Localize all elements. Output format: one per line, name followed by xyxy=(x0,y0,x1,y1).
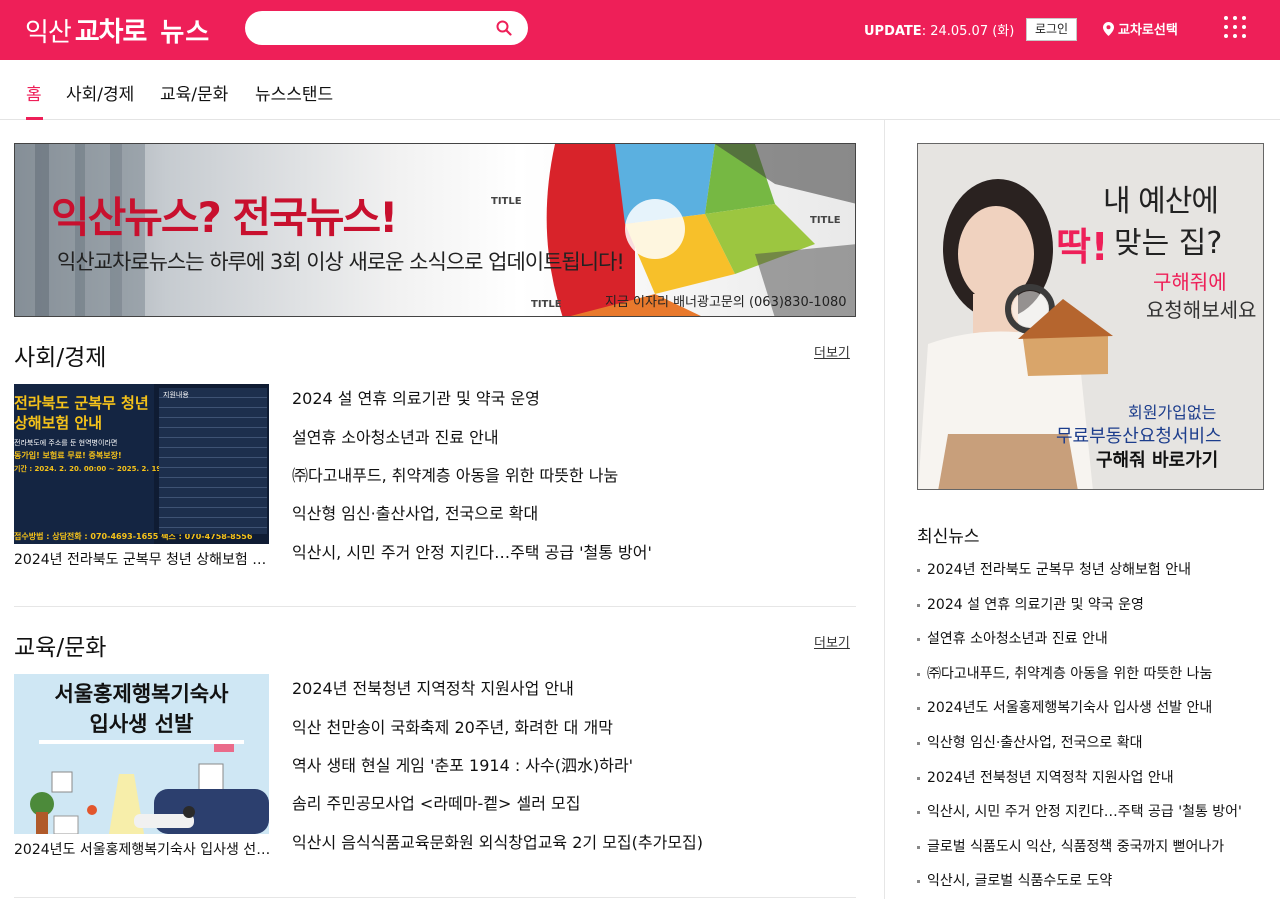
search-box xyxy=(245,11,528,45)
article-link[interactable]: 익산시, 시민 주거 안정 지킨다…주택 공급 '철통 방어' xyxy=(292,539,652,563)
top-header: 익산 교차로 뉴스 UPDATE: 24.05.07 (화) 로그인 교차로선택 xyxy=(0,0,1280,60)
thumbnail-caption-culture[interactable]: 2024년도 서울홍제행복기숙사 입사생 선발 안내 xyxy=(14,839,272,859)
update-label: UPDATE xyxy=(864,24,922,39)
thumb-text-l3: 전라북도에 주소를 둔 현역병이라면 xyxy=(14,439,118,447)
latest-news-item[interactable]: 2024년 전북청년 지역정착 지원사업 안내 xyxy=(917,768,1267,803)
thumb-title-l1: 서울홍제행복기숙사 xyxy=(54,682,229,706)
ad-line-6: 회원가입없는 xyxy=(1128,403,1217,422)
update-value: : 24.05.07 (화) xyxy=(921,24,1015,39)
article-link[interactable]: 솜리 주민공모사업 <라떼마-켙> 셀러 모집 xyxy=(292,790,580,814)
logo-text-brand: 교차로 xyxy=(74,17,148,48)
logo-text-city: 익산 xyxy=(25,18,72,48)
search-icon[interactable] xyxy=(496,20,512,36)
banner-tag-2: TITLE xyxy=(810,215,841,226)
nav-active-indicator xyxy=(26,117,43,120)
top-banner-ad[interactable]: TITLE TITLE TITLE 익산뉴스? 전국뉴스! 익산교차로뉴스는 하… xyxy=(14,143,856,317)
all-menu-icon[interactable] xyxy=(1224,16,1246,38)
latest-news-list: 2024년 전라북도 군복무 청년 상해보험 안내 2024 설 연휴 의료기관… xyxy=(917,560,1267,906)
latest-news-item[interactable]: 익산시, 시민 주거 안정 지킨다…주택 공급 '철통 방어' xyxy=(917,802,1267,837)
section-divider xyxy=(14,897,856,898)
banner-tag-1: TITLE xyxy=(491,196,522,207)
ad-line-5: 요청해보세요 xyxy=(1146,298,1257,322)
nav-education-culture[interactable]: 교육/문화 xyxy=(160,80,228,105)
latest-news-item[interactable]: 2024년 전라북도 군복무 청년 상해보험 안내 xyxy=(917,560,1267,595)
article-link[interactable]: 2024년 전북청년 지역정착 지원사업 안내 xyxy=(292,675,574,699)
ad-line-3: 맞는 집? xyxy=(1114,226,1223,261)
latest-news-item[interactable]: 2024년도 서울홍제행복기숙사 입사생 선발 안내 xyxy=(917,698,1267,733)
region-select-button[interactable]: 교차로선택 xyxy=(1103,19,1178,38)
section-title-society: 사회/경제 xyxy=(14,345,107,371)
more-link-society[interactable]: 더보기 xyxy=(814,342,850,361)
section-title-culture: 교육/문화 xyxy=(14,635,107,661)
latest-news-item[interactable]: ㈜다고내푸드, 취약계층 아동을 위한 따뜻한 나눔 xyxy=(917,664,1267,699)
article-link[interactable]: 익산시 음식식품교육문화원 외식창업교육 2기 모집(추가모집) xyxy=(292,829,703,853)
column-divider xyxy=(884,120,885,899)
thumb-illustration xyxy=(30,740,269,834)
region-label: 교차로선택 xyxy=(1118,23,1178,38)
section-divider xyxy=(14,606,856,607)
banner-contact: 지금 이자리 배너광고문의 (063)830-1080 xyxy=(605,295,847,310)
article-link[interactable]: 익산형 임신·출산사업, 전국으로 확대 xyxy=(292,500,538,524)
article-link[interactable]: 설연휴 소아청소년과 진료 안내 xyxy=(292,424,499,448)
ad-line-4: 구해줘에 xyxy=(1153,270,1227,294)
ad-line-7: 무료부동산요청서비스 xyxy=(1056,426,1222,447)
banner-title: 익산뉴스? 전국뉴스! xyxy=(51,193,398,242)
latest-news-item[interactable]: 2024 설 연휴 의료기관 및 약국 운영 xyxy=(917,595,1267,630)
thumb-text-l2: 상해보험 안내 xyxy=(14,414,103,432)
ad-line-1: 내 예산에 xyxy=(1103,184,1219,219)
ad-cta: 구해줘 바로가기 xyxy=(1096,450,1219,471)
site-logo[interactable]: 익산 교차로 뉴스 xyxy=(25,10,211,48)
article-link[interactable]: 2024 설 연휴 의료기관 및 약국 운영 xyxy=(292,385,540,409)
update-date: UPDATE: 24.05.07 (화) xyxy=(864,20,1014,39)
nav-newsstand[interactable]: 뉴스스탠드 xyxy=(255,80,333,105)
latest-news-title: 최신뉴스 xyxy=(917,527,980,547)
article-link[interactable]: 익산 천만송이 국화축제 20주년, 화려한 대 개막 xyxy=(292,714,613,738)
thumb-text-l4: 동가입! 보험료 무료! 중복보장! xyxy=(14,451,122,460)
nav-society-economy[interactable]: 사회/경제 xyxy=(66,80,134,105)
latest-news-item[interactable]: 익산형 임신·출산사업, 전국으로 확대 xyxy=(917,733,1267,768)
thumb-info-table: 지원내용 xyxy=(159,388,267,534)
thumbnail-society[interactable]: 전라북도 군복무 청년 상해보험 안내 전라북도에 주소를 둔 현역병이라면 동… xyxy=(14,384,269,544)
side-ad-banner[interactable]: 내 예산에 딱! 맞는 집? 구해줘에 요청해보세요 회원가입없는 무료부동산요… xyxy=(917,143,1264,490)
article-link[interactable]: 역사 생태 현실 게임 '춘포 1914 : 사수(泗水)하라' xyxy=(292,752,633,776)
logo-text-news: 뉴스 xyxy=(160,18,211,48)
search-input[interactable] xyxy=(261,17,481,39)
banner-subtitle: 익산교차로뉴스는 하루에 3회 이상 새로운 소식으로 업데이트됩니다! xyxy=(57,250,625,274)
main-nav: 홈 사회/경제 교육/문화 뉴스스탠드 xyxy=(0,60,1280,120)
thumbnail-caption-society[interactable]: 2024년 전라북도 군복무 청년 상해보험 안내 xyxy=(14,549,272,569)
ad-line-2: 딱! xyxy=(1056,225,1109,269)
nav-home[interactable]: 홈 xyxy=(26,80,42,105)
thumbnail-culture[interactable]: 서울홍제행복기숙사 입사생 선발 xyxy=(14,674,269,834)
thumb-table-title: 지원내용 xyxy=(163,391,189,399)
location-pin-icon xyxy=(1103,21,1114,36)
thumb-text-l1: 전라북도 군복무 청년 xyxy=(14,394,149,412)
login-button[interactable]: 로그인 xyxy=(1026,18,1077,41)
banner-tag-3: TITLE xyxy=(531,299,562,310)
more-link-culture[interactable]: 더보기 xyxy=(814,632,850,651)
latest-news-item[interactable]: 글로벌 식품도시 익산, 식품정책 중국까지 뻗어나가 xyxy=(917,837,1267,872)
latest-news-item[interactable]: 설연휴 소아청소년과 진료 안내 xyxy=(917,629,1267,664)
latest-news-item[interactable]: 익산시, 글로벌 식품수도로 도약 xyxy=(917,871,1267,906)
article-link[interactable]: ㈜다고내푸드, 취약계층 아동을 위한 따뜻한 나눔 xyxy=(292,462,618,486)
